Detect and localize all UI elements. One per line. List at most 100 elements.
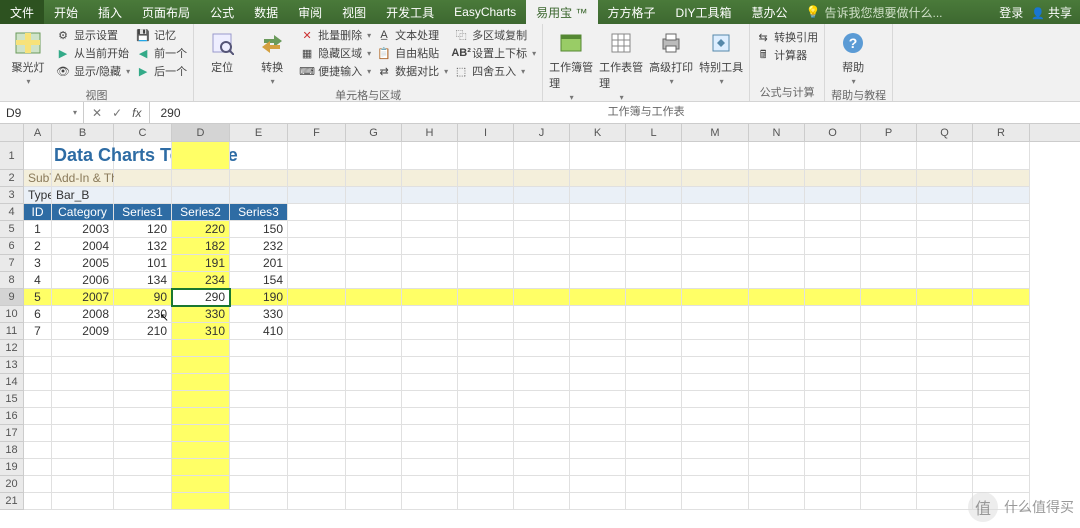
cell-J15[interactable]: [514, 391, 570, 408]
col-header-M[interactable]: M: [682, 124, 749, 141]
cell-B3[interactable]: Bar_B: [52, 187, 114, 204]
cell-O21[interactable]: [805, 493, 861, 510]
cell-A18[interactable]: [24, 442, 52, 459]
cell-I15[interactable]: [458, 391, 514, 408]
tab-pagelayout[interactable]: 页面布局: [132, 0, 200, 24]
cell-N7[interactable]: [749, 255, 805, 272]
from-current-button[interactable]: ▶从当前开始: [56, 45, 130, 61]
cell-N14[interactable]: [749, 374, 805, 391]
cell-L11[interactable]: [626, 323, 682, 340]
cell-P18[interactable]: [861, 442, 917, 459]
tab-dev[interactable]: 开发工具: [376, 0, 444, 24]
cell-O12[interactable]: [805, 340, 861, 357]
cell-J4[interactable]: [514, 204, 570, 221]
cell-P1[interactable]: [861, 142, 917, 170]
cell-B8[interactable]: 2006: [52, 272, 114, 289]
cell-P15[interactable]: [861, 391, 917, 408]
row-header-12[interactable]: 12: [0, 340, 24, 357]
cell-P12[interactable]: [861, 340, 917, 357]
cell-F2[interactable]: [288, 170, 346, 187]
cell-H17[interactable]: [402, 425, 458, 442]
cell-A8[interactable]: 4: [24, 272, 52, 289]
cell-H6[interactable]: [402, 238, 458, 255]
cell-L5[interactable]: [626, 221, 682, 238]
cell-J12[interactable]: [514, 340, 570, 357]
cell-N1[interactable]: [749, 142, 805, 170]
hide-area-button[interactable]: ▦隐藏区域▾: [300, 45, 371, 61]
cell-P17[interactable]: [861, 425, 917, 442]
cell-N13[interactable]: [749, 357, 805, 374]
cell-C11[interactable]: 210: [114, 323, 172, 340]
cell-G1[interactable]: [346, 142, 402, 170]
cell-I8[interactable]: [458, 272, 514, 289]
cell-L9[interactable]: [626, 289, 682, 306]
cell-Q12[interactable]: [917, 340, 973, 357]
cell-D19[interactable]: [172, 459, 230, 476]
cell-F13[interactable]: [288, 357, 346, 374]
cell-Q10[interactable]: [917, 306, 973, 323]
cell-D8[interactable]: 234: [172, 272, 230, 289]
cell-D6[interactable]: 182: [172, 238, 230, 255]
name-box[interactable]: D9 ▾: [0, 102, 84, 123]
cell-K1[interactable]: [570, 142, 626, 170]
cell-O13[interactable]: [805, 357, 861, 374]
cell-H3[interactable]: [402, 187, 458, 204]
cell-A1[interactable]: [24, 142, 52, 170]
cell-D15[interactable]: [172, 391, 230, 408]
cell-B11[interactable]: 2009: [52, 323, 114, 340]
cell-A16[interactable]: [24, 408, 52, 425]
cell-I12[interactable]: [458, 340, 514, 357]
col-header-F[interactable]: F: [288, 124, 346, 141]
row-header-10[interactable]: 10: [0, 306, 24, 323]
cell-K14[interactable]: [570, 374, 626, 391]
fx-icon[interactable]: fx: [132, 106, 141, 120]
adv-print-button[interactable]: 高级打印▾: [649, 27, 693, 86]
cell-R12[interactable]: [973, 340, 1030, 357]
cell-R4[interactable]: [973, 204, 1030, 221]
cell-G6[interactable]: [346, 238, 402, 255]
cell-C7[interactable]: 101: [114, 255, 172, 272]
cell-Q9[interactable]: [917, 289, 973, 306]
col-header-C[interactable]: C: [114, 124, 172, 141]
cell-H2[interactable]: [402, 170, 458, 187]
cell-F19[interactable]: [288, 459, 346, 476]
cell-P14[interactable]: [861, 374, 917, 391]
quick-input-button[interactable]: ⌨便捷输入▾: [300, 63, 371, 79]
calculator-button[interactable]: 🖩计算器: [756, 47, 818, 63]
cell-A21[interactable]: [24, 493, 52, 510]
cell-D2[interactable]: [172, 170, 230, 187]
cell-E8[interactable]: 154: [230, 272, 288, 289]
cell-D13[interactable]: [172, 357, 230, 374]
cell-R11[interactable]: [973, 323, 1030, 340]
cell-L14[interactable]: [626, 374, 682, 391]
cell-H8[interactable]: [402, 272, 458, 289]
cell-C14[interactable]: [114, 374, 172, 391]
cell-M3[interactable]: [682, 187, 749, 204]
cell-O15[interactable]: [805, 391, 861, 408]
cell-I21[interactable]: [458, 493, 514, 510]
cell-I7[interactable]: [458, 255, 514, 272]
cell-A19[interactable]: [24, 459, 52, 476]
col-header-E[interactable]: E: [230, 124, 288, 141]
cell-C21[interactable]: [114, 493, 172, 510]
row-header-17[interactable]: 17: [0, 425, 24, 442]
cell-N15[interactable]: [749, 391, 805, 408]
cell-H18[interactable]: [402, 442, 458, 459]
cell-H5[interactable]: [402, 221, 458, 238]
cell-J8[interactable]: [514, 272, 570, 289]
cell-N9[interactable]: [749, 289, 805, 306]
cell-Q11[interactable]: [917, 323, 973, 340]
cell-F5[interactable]: [288, 221, 346, 238]
row-header-9[interactable]: 9: [0, 289, 24, 306]
cell-R13[interactable]: [973, 357, 1030, 374]
display-settings-button[interactable]: ⚙显示设置: [56, 27, 130, 43]
cell-K9[interactable]: [570, 289, 626, 306]
col-header-J[interactable]: J: [514, 124, 570, 141]
tab-data[interactable]: 数据: [244, 0, 288, 24]
cell-F10[interactable]: [288, 306, 346, 323]
cell-I14[interactable]: [458, 374, 514, 391]
cell-L3[interactable]: [626, 187, 682, 204]
cell-B2[interactable]: Add-In & The Template Designed By Fo: [52, 170, 114, 187]
cell-C1[interactable]: [114, 142, 172, 170]
cell-E19[interactable]: [230, 459, 288, 476]
